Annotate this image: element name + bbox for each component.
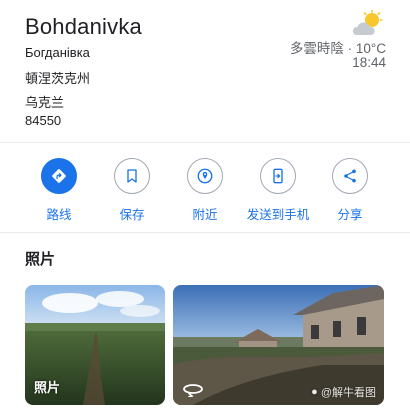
divider [0,142,410,143]
divider [0,232,410,233]
watermark: ● @解牛看图 [311,384,376,400]
photo-thumbnail[interactable]: 照片 [25,285,165,405]
directions-button[interactable]: 路线 [23,158,95,223]
nearby-icon [197,168,213,184]
weather-condition: 多雲時陰 · 10°C [289,41,386,56]
save-label: 保存 [119,208,145,222]
address-line-country: 乌克兰 [25,95,65,110]
nearby-label: 附近 [192,208,218,222]
place-title: Bohdanivka [25,14,142,39]
weather-time: 18:44 [352,55,386,70]
360-rotate-icon [183,384,203,397]
directions-label: 路线 [46,208,72,222]
share-button[interactable]: 分享 [314,158,386,223]
send-to-phone-button[interactable]: 发送到手机 [242,158,314,223]
send-to-phone-icon [273,168,283,184]
street-view-thumbnail[interactable]: ● @解牛看图 [173,285,384,405]
directions-icon [52,169,66,183]
save-button[interactable]: 保存 [96,158,168,223]
address-line-region: 頓涅茨克州 [25,71,91,86]
address-line-local: Богданівка [25,45,90,60]
place-header: Bohdanivka Богданівка 頓涅茨克州 乌克兰 84550 多雲… [0,0,410,142]
action-bar: 路线 保存 附近 发送到手机 分享 [0,150,410,230]
partly-cloudy-icon [353,10,383,35]
share-icon [344,169,356,183]
send-to-phone-label: 发送到手机 [246,208,310,222]
bookmark-icon [127,169,137,183]
share-label: 分享 [337,208,363,222]
photos-section-title: 照片 [25,251,56,268]
address-line-postcode: 84550 [25,113,62,128]
watermark-text: @解牛看图 [320,387,376,399]
weibo-logo-icon: ● [311,386,318,398]
nearby-button[interactable]: 附近 [169,158,241,223]
photo-label: 照片 [34,380,61,395]
